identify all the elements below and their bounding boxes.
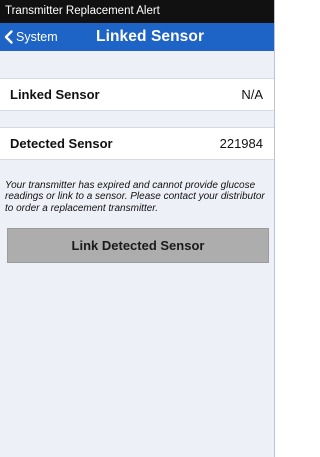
- back-button[interactable]: System: [3, 23, 58, 51]
- alert-title-bar: Transmitter Replacement Alert: [0, 0, 274, 23]
- detected-sensor-value: 221984: [219, 136, 263, 151]
- back-button-label: System: [16, 30, 58, 44]
- chevron-left-icon: [4, 30, 13, 44]
- link-detected-sensor-button[interactable]: Link Detected Sensor: [7, 228, 269, 263]
- page-title: Linked Sensor: [96, 28, 205, 45]
- linked-sensor-label: Linked Sensor: [10, 87, 100, 102]
- link-detected-sensor-button-label: Link Detected Sensor: [71, 238, 205, 253]
- detected-sensor-label: Detected Sensor: [10, 136, 113, 151]
- linked-sensor-row: Linked Sensor N/A: [0, 78, 274, 111]
- alert-title: Transmitter Replacement Alert: [5, 5, 160, 17]
- linked-sensor-value: N/A: [241, 87, 263, 102]
- detected-sensor-row: Detected Sensor 221984: [0, 127, 274, 160]
- screen: Transmitter Replacement Alert System Lin…: [0, 0, 275, 457]
- navigation-bar: System Linked Sensor: [0, 23, 274, 51]
- expiry-message: Your transmitter has expired and cannot …: [5, 180, 265, 214]
